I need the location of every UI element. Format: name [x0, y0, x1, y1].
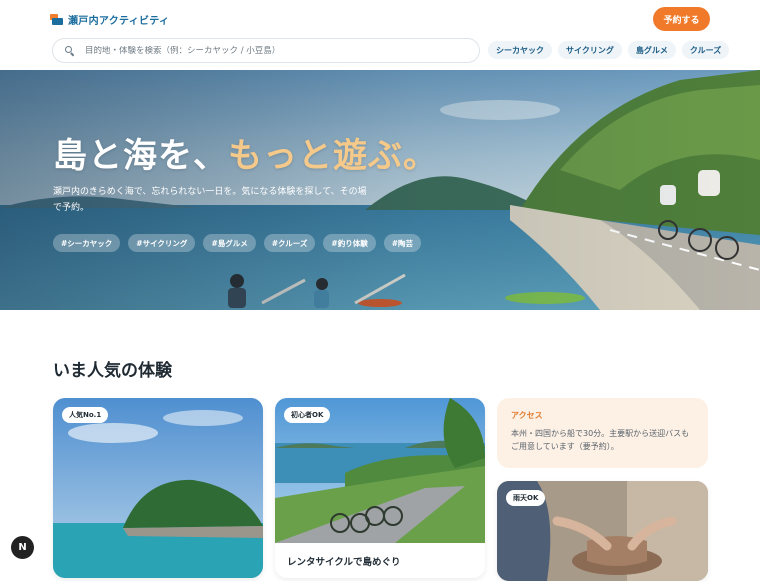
site-header: 瀬戸内アクティビティ 予約する シーカヤック サイクリング 島グルメ クルーズ — [0, 0, 760, 70]
chip-island-gourmet[interactable]: 島グルメ — [627, 41, 676, 59]
chip-cycling[interactable]: サイクリング — [558, 41, 622, 59]
search-icon — [65, 45, 75, 56]
experience-card[interactable]: 人気No.1 — [53, 398, 263, 578]
tag-cruise[interactable]: #クルーズ — [263, 234, 316, 252]
tag-sea-kayak[interactable]: #シーカヤック — [53, 234, 121, 252]
chip-sea-kayak[interactable]: シーカヤック — [488, 41, 552, 59]
tag-island-gourmet[interactable]: #島グルメ — [203, 234, 256, 252]
card-badge: 初心者OK — [284, 407, 331, 423]
access-info-card: アクセス 本州・四国から船で30分。主要駅から送迎バスもご用意しています（要予約… — [497, 398, 708, 468]
floating-n-button[interactable]: N — [11, 536, 34, 559]
experience-card[interactable]: 雨天OK — [497, 481, 708, 581]
hero-subtitle: 瀬戸内のきらめく海で、忘れられない一日を。気になる体験を探して、その場で予約。 — [53, 187, 367, 213]
search-input[interactable] — [85, 45, 465, 56]
card-badge: 雨天OK — [506, 490, 546, 506]
chip-cruise[interactable]: クルーズ — [681, 41, 730, 59]
search-bar[interactable] — [52, 38, 480, 63]
quick-category-chips: シーカヤック サイクリング 島グルメ クルーズ — [488, 41, 730, 59]
experience-card[interactable]: 初心者OK レンタサイクルで島めぐり — [275, 398, 485, 578]
hero-tags: #シーカヤック #サイクリング #島グルメ #クルーズ #釣り体験 #陶芸 — [53, 234, 422, 252]
access-title: アクセス — [511, 411, 543, 420]
section-title-popular: いま人気の体験 — [53, 361, 172, 381]
hero-title: 島と海を、もっと遊ぶ。 — [53, 136, 438, 176]
tag-fishing[interactable]: #釣り体験 — [323, 234, 376, 252]
site-logo[interactable]: 瀬戸内アクティビティ — [50, 12, 169, 27]
tag-pottery[interactable]: #陶芸 — [383, 234, 422, 252]
logo-icon — [50, 14, 63, 25]
tag-cycling[interactable]: #サイクリング — [128, 234, 196, 252]
access-text: 本州・四国から船で30分。主要駅から送迎バスもご用意しています（要予約）。 — [511, 429, 690, 451]
brand-name: 瀬戸内アクティビティ — [68, 16, 170, 27]
card-image-island — [53, 398, 263, 578]
reserve-button[interactable]: 予約する — [653, 7, 710, 31]
card-title: レンタサイクルで島めぐり — [287, 557, 401, 568]
card-badge: 人気No.1 — [62, 407, 109, 423]
